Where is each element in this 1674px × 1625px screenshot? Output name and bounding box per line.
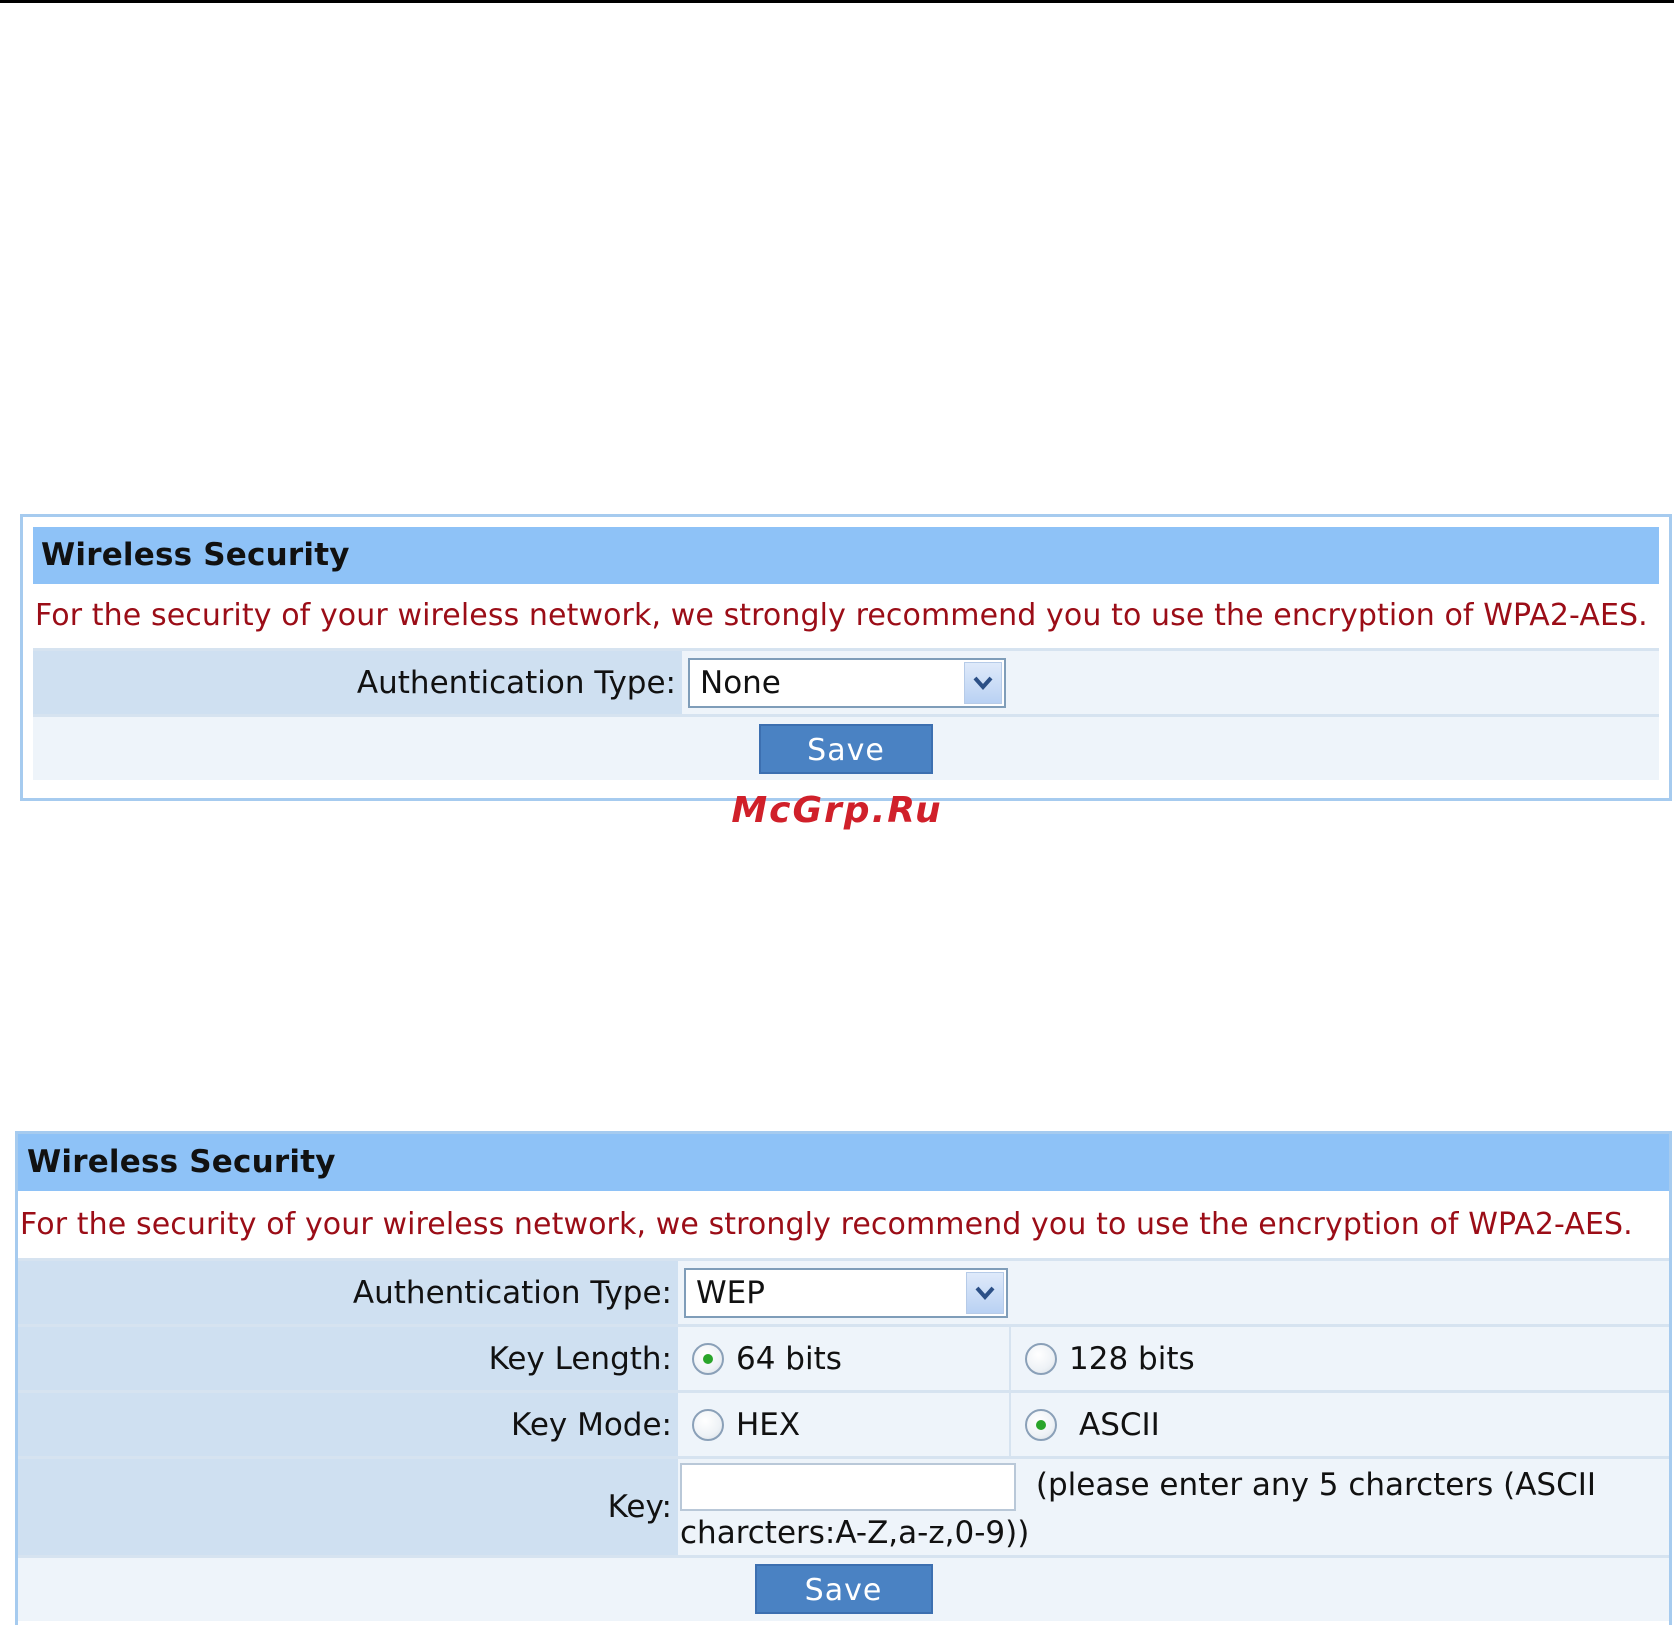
key-length-128-radio[interactable] bbox=[1025, 1343, 1057, 1376]
auth-type-select[interactable]: WEP bbox=[684, 1267, 1008, 1318]
key-mode-option-ascii[interactable]: ASCII bbox=[1011, 1390, 1669, 1456]
top-rule bbox=[0, 0, 1674, 3]
watermark: McGrp.Ru bbox=[731, 790, 943, 831]
save-row: Save bbox=[18, 1555, 1669, 1621]
key-input[interactable] bbox=[680, 1463, 1016, 1511]
panel-title: Wireless Security bbox=[33, 527, 1659, 584]
wireless-security-panel-wep: Wireless Security For the security of yo… bbox=[15, 1131, 1672, 1625]
key-length-label: Key Length: bbox=[18, 1324, 678, 1390]
key-mode-ascii-radio[interactable] bbox=[1025, 1409, 1057, 1442]
auth-type-cell: WEP bbox=[678, 1258, 1669, 1324]
security-notice: For the security of your wireless networ… bbox=[35, 598, 1648, 633]
key-mode-label: Key Mode: bbox=[18, 1390, 678, 1456]
key-length-64-radio[interactable] bbox=[692, 1343, 724, 1376]
key-length-option-128[interactable]: 128 bits bbox=[1011, 1324, 1669, 1390]
key-hint-line-1: (please enter any 5 charcters (ASCII bbox=[1035, 1467, 1597, 1503]
key-length-64-label: 64 bits bbox=[736, 1341, 842, 1378]
auth-type-selected-value: WEP bbox=[696, 1274, 765, 1311]
panel-title: Wireless Security bbox=[18, 1134, 1669, 1191]
security-form: Authentication Type: WEP Key Length: 64 … bbox=[18, 1258, 1669, 1621]
chevron-down-icon[interactable] bbox=[964, 661, 1002, 704]
auth-type-label: Authentication Type: bbox=[18, 1258, 678, 1324]
security-notice: For the security of your wireless networ… bbox=[20, 1207, 1633, 1242]
key-hint-line-2: charcters:A-Z,a-z,0-9)) bbox=[680, 1515, 1030, 1551]
key-label: Key: bbox=[18, 1456, 678, 1555]
key-mode-hex-radio[interactable] bbox=[692, 1409, 724, 1442]
wireless-security-panel-none: Wireless Security For the security of yo… bbox=[20, 514, 1672, 801]
chevron-down-icon[interactable] bbox=[966, 1271, 1004, 1314]
key-mode-hex-label: HEX bbox=[736, 1407, 801, 1444]
save-button[interactable]: Save bbox=[759, 723, 933, 774]
auth-type-selected-value: None bbox=[700, 664, 781, 701]
security-form: Authentication Type: None Save bbox=[33, 648, 1659, 780]
key-mode-option-hex[interactable]: HEX bbox=[678, 1390, 1011, 1456]
key-mode-ascii-label: ASCII bbox=[1079, 1407, 1160, 1444]
key-length-128-label: 128 bits bbox=[1069, 1341, 1195, 1378]
auth-type-select[interactable]: None bbox=[688, 657, 1006, 708]
save-button[interactable]: Save bbox=[754, 1564, 933, 1614]
auth-type-label: Authentication Type: bbox=[33, 648, 682, 714]
key-cell: (please enter any 5 charcters (ASCII cha… bbox=[678, 1456, 1669, 1555]
key-length-option-64[interactable]: 64 bits bbox=[678, 1324, 1011, 1390]
save-row: Save bbox=[33, 714, 1659, 780]
auth-type-cell: None bbox=[682, 648, 1659, 714]
